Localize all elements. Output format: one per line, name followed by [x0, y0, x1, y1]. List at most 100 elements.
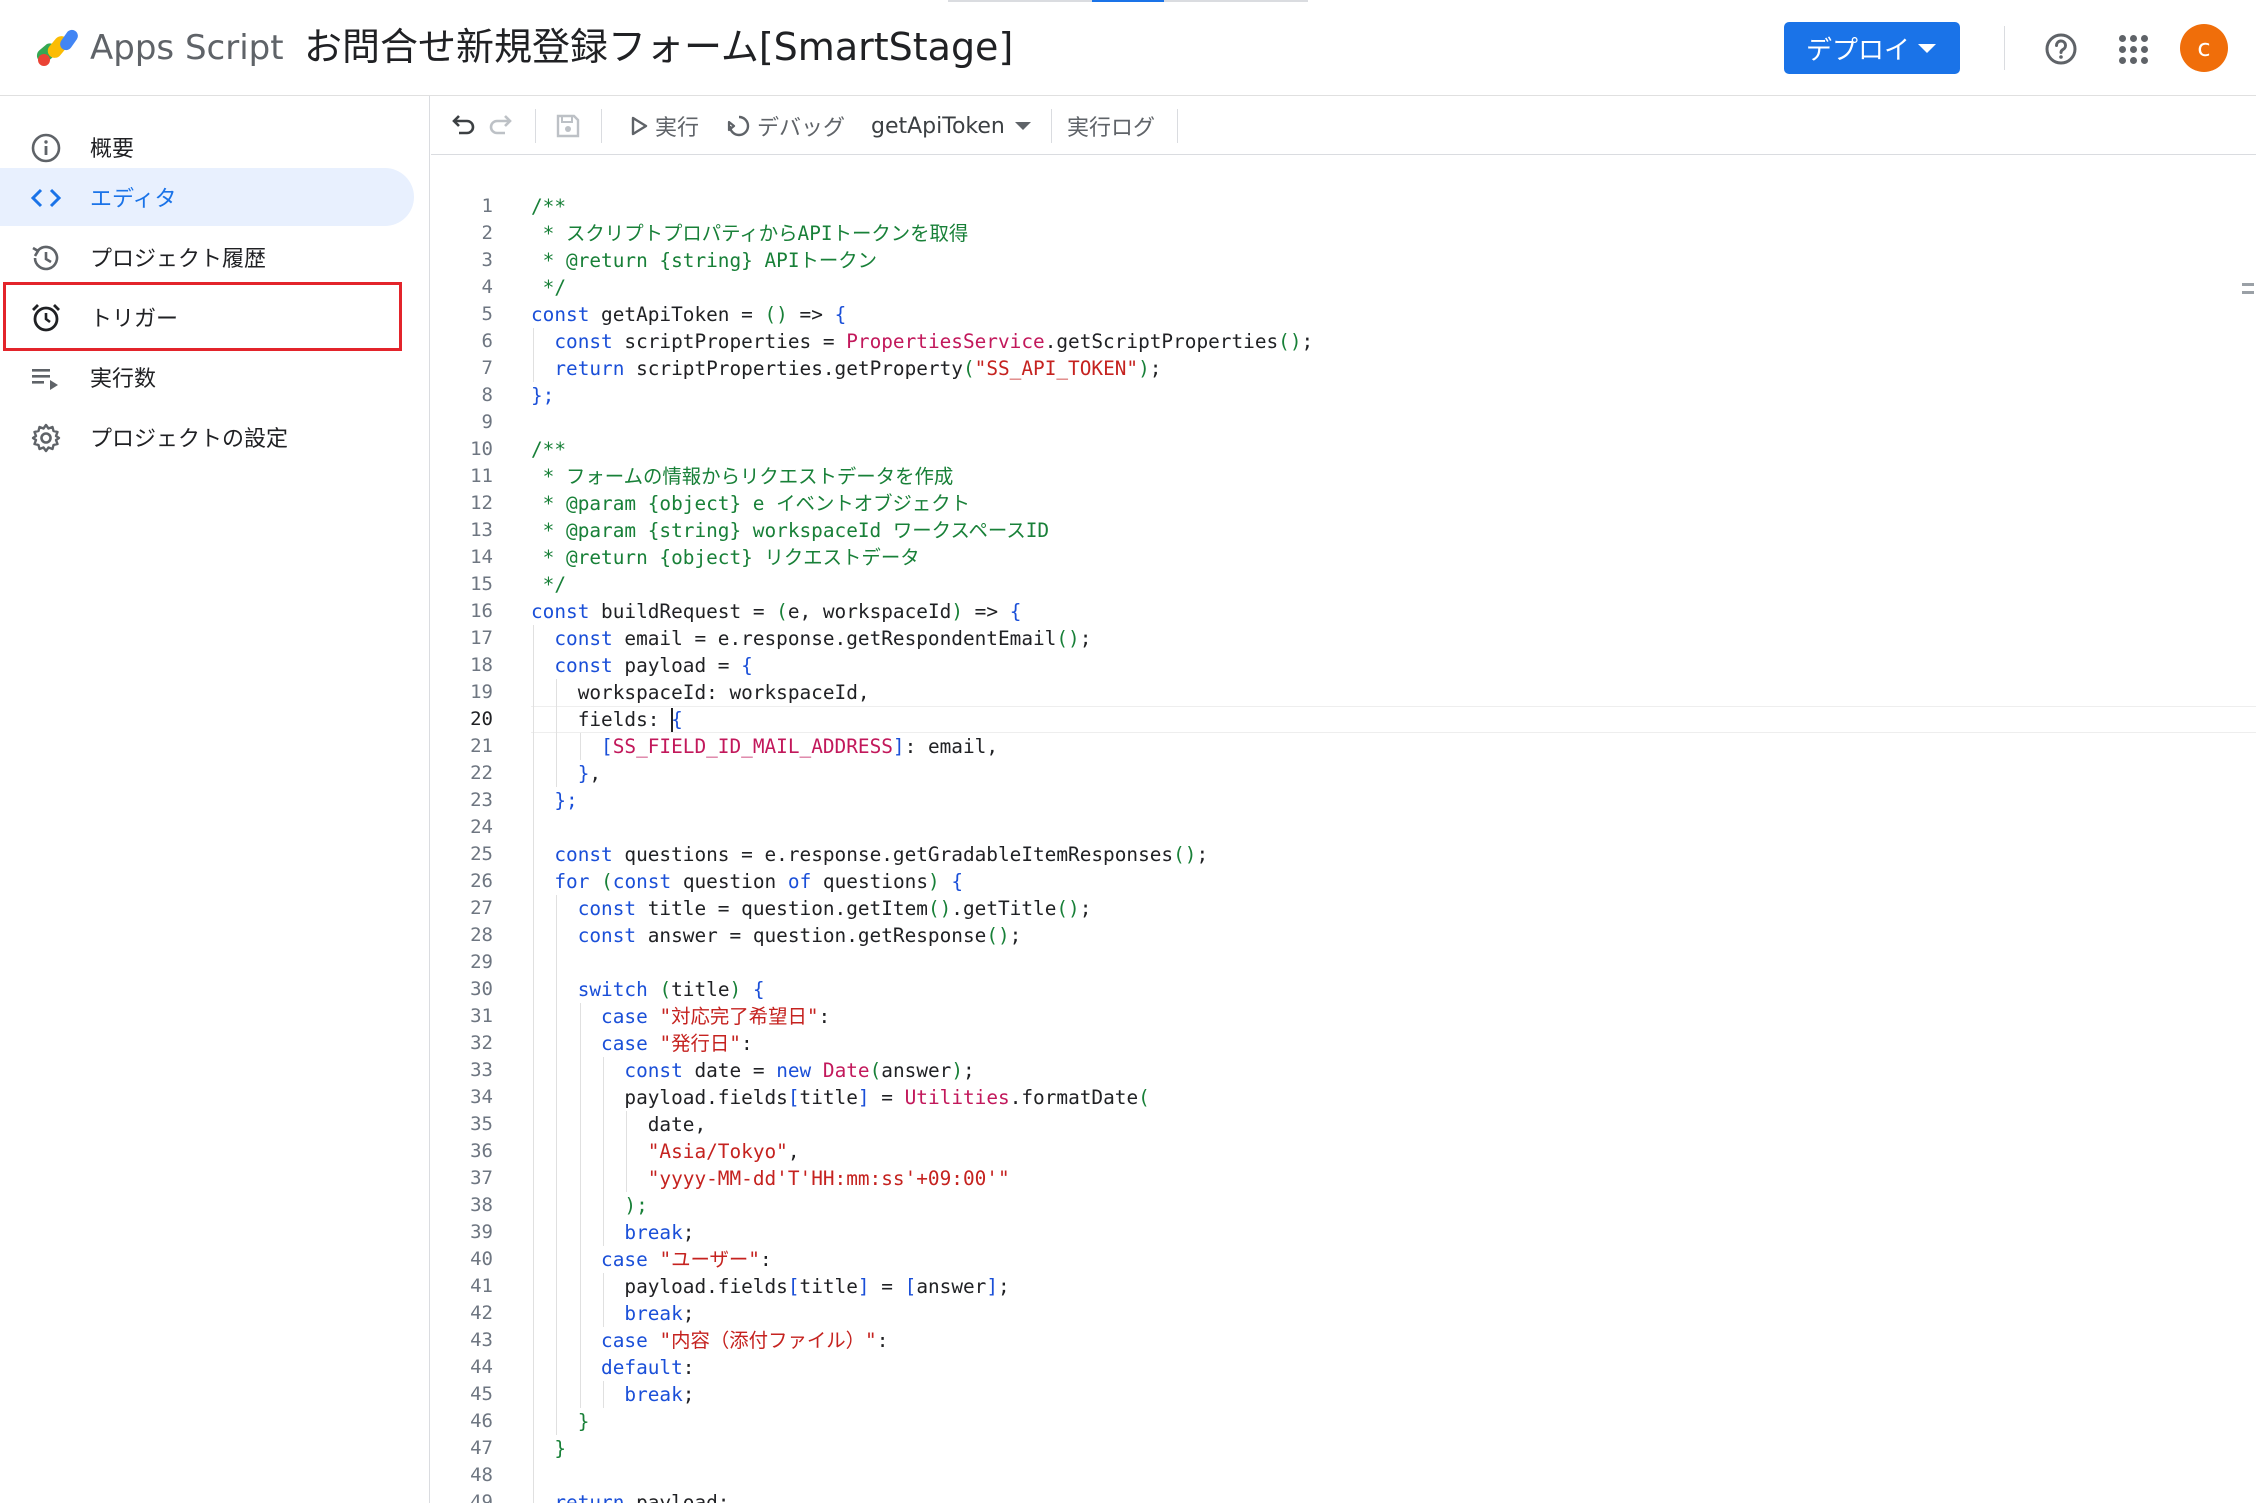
code-line[interactable]: default: — [531, 1354, 694, 1381]
code-line[interactable]: switch (title) { — [531, 976, 765, 1003]
code-token: break — [624, 1383, 683, 1406]
code-token: ( — [1138, 1086, 1150, 1109]
sidebar-item-project-history[interactable]: プロジェクト履歴 — [0, 228, 414, 286]
code-line[interactable]: /** — [531, 193, 566, 220]
code-line[interactable]: }; — [531, 382, 554, 409]
code-line[interactable]: ); — [531, 1192, 647, 1219]
apps-script-logo-icon[interactable] — [34, 28, 82, 68]
code-line[interactable]: }; — [531, 787, 577, 814]
code-line[interactable]: return scriptProperties.getProperty("SS_… — [531, 355, 1161, 382]
execution-log-button[interactable]: 実行ログ — [1067, 107, 1155, 145]
code-token: const — [554, 627, 613, 650]
redo-icon[interactable] — [487, 111, 517, 141]
code-token: ; — [963, 1059, 975, 1082]
code-token: for — [554, 870, 590, 893]
code-token: * @return {object} リクエストデータ — [531, 546, 920, 569]
debug-button-label: デバッグ — [757, 116, 846, 141]
code-line[interactable]: case "ユーザー": — [531, 1246, 772, 1273]
google-apps-grid-icon[interactable] — [2118, 34, 2148, 64]
code-line[interactable]: return payload; — [531, 1489, 729, 1503]
run-button[interactable]: 実行 — [629, 107, 699, 145]
code-line[interactable]: case "内容（添付ファイル）": — [531, 1327, 888, 1354]
code-line[interactable]: const questions = e.response.getGradable… — [531, 841, 1208, 868]
code-line[interactable]: * @param {string} workspaceId ワークスペースID — [531, 517, 1049, 544]
project-title[interactable]: お問合せ新規登録フォーム[SmartStage] — [304, 22, 1013, 72]
code-line[interactable]: payload.fields[title] = Utilities.format… — [531, 1084, 1150, 1111]
sidebar-item-triggers[interactable]: トリガー — [0, 288, 414, 346]
code-token: { — [834, 303, 847, 326]
code-line[interactable]: * @param {object} e イベントオブジェクト — [531, 490, 970, 517]
code-line[interactable]: "yyyy-MM-dd'T'HH:mm:ss'+09:00'" — [531, 1165, 1010, 1192]
debug-button[interactable]: デバッグ — [727, 107, 845, 145]
code-line[interactable]: */ — [531, 571, 566, 598]
code-token: = — [869, 1086, 905, 1109]
code-line[interactable]: const title = question.getItem().getTitl… — [531, 895, 1092, 922]
code-line[interactable]: const date = new Date(answer); — [531, 1057, 975, 1084]
help-icon[interactable] — [2044, 32, 2078, 66]
deploy-button[interactable]: デプロイ — [1784, 22, 1960, 74]
code-line[interactable]: const payload = { — [531, 652, 752, 679]
account-avatar[interactable]: c — [2180, 24, 2228, 72]
code-line[interactable]: /** — [531, 436, 566, 463]
code-line[interactable]: break; — [531, 1219, 694, 1246]
code-token: scriptProperties.getProperty — [624, 357, 963, 380]
line-number: 20 — [470, 708, 493, 730]
code-line[interactable]: const answer = question.getResponse(); — [531, 922, 1022, 949]
code-line[interactable]: * @return {string} APIトークン — [531, 247, 877, 274]
line-number: 29 — [470, 951, 493, 973]
code-line[interactable]: workspaceId: workspaceId, — [531, 679, 870, 706]
code-line[interactable]: break; — [531, 1381, 694, 1408]
code-line[interactable]: } — [531, 1435, 566, 1462]
code-line[interactable]: * フォームの情報からリクエストデータを作成 — [531, 463, 954, 490]
sidebar-item-executions[interactable]: 実行数 — [0, 348, 414, 406]
code-line[interactable]: const buildRequest = (e, workspaceId) =>… — [531, 598, 1021, 625]
line-number: 15 — [470, 573, 493, 595]
code-line[interactable]: const email = e.response.getRespondentEm… — [531, 625, 1091, 652]
line-number: 9 — [481, 411, 493, 433]
line-number: 7 — [481, 357, 493, 379]
sidebar-item-project-settings[interactable]: プロジェクトの設定 — [0, 408, 414, 466]
code-line[interactable]: * スクリプトプロパティからAPIトークンを取得 — [531, 220, 969, 247]
code-token: fields: — [531, 708, 672, 731]
code-token: break — [624, 1302, 683, 1325]
app-name[interactable]: Apps Script — [90, 28, 284, 68]
code-line[interactable]: }, — [531, 760, 601, 787]
top-tab-indicator — [948, 0, 1308, 2]
code-line[interactable]: case "発行日": — [531, 1030, 753, 1057]
code-line[interactable]: fields: { — [531, 706, 683, 733]
undo-icon[interactable] — [447, 111, 477, 141]
code-token: [ — [787, 1086, 800, 1109]
code-token: ] — [857, 1086, 870, 1109]
code-token: ( — [869, 1059, 882, 1082]
code-line[interactable]: for (const question of questions) { — [531, 868, 963, 895]
code-line[interactable]: date, — [531, 1111, 706, 1138]
code-line[interactable]: break; — [531, 1300, 694, 1327]
function-select-dropdown[interactable]: getApiToken — [871, 107, 1031, 145]
code-line[interactable]: } — [531, 1408, 590, 1435]
code-line[interactable]: [SS_FIELD_ID_MAIL_ADDRESS]: email, — [531, 733, 998, 760]
code-line[interactable]: * @return {object} リクエストデータ — [531, 544, 920, 571]
code-token: ; — [1079, 627, 1092, 650]
line-number: 32 — [470, 1032, 493, 1054]
code-token: () — [1278, 330, 1302, 353]
code-line[interactable]: case "対応完了希望日": — [531, 1003, 830, 1030]
line-number: 31 — [470, 1005, 493, 1027]
save-icon[interactable] — [553, 111, 583, 141]
code-line[interactable]: "Asia/Tokyo", — [531, 1138, 800, 1165]
code-editor[interactable]: 1 2 3 4 5 6 7 8 9 10 11 12 13 14 15 16 17 18 19 20 21 22 23 24 2… — [431, 155, 2256, 1503]
overview-ruler[interactable] — [2242, 283, 2256, 307]
sidebar-item-editor[interactable]: エディタ — [0, 168, 414, 226]
code-line[interactable]: */ — [531, 274, 566, 301]
line-number: 40 — [470, 1248, 493, 1270]
code-line[interactable]: const getApiToken = () => { — [531, 301, 846, 328]
sidebar-item-label: 概要 — [90, 137, 135, 162]
code-token: () — [1056, 627, 1080, 650]
code-token: new — [776, 1059, 812, 1082]
code-line[interactable]: payload.fields[title] = [answer]; — [531, 1273, 1009, 1300]
code-line[interactable]: const scriptProperties = PropertiesServi… — [531, 328, 1313, 355]
